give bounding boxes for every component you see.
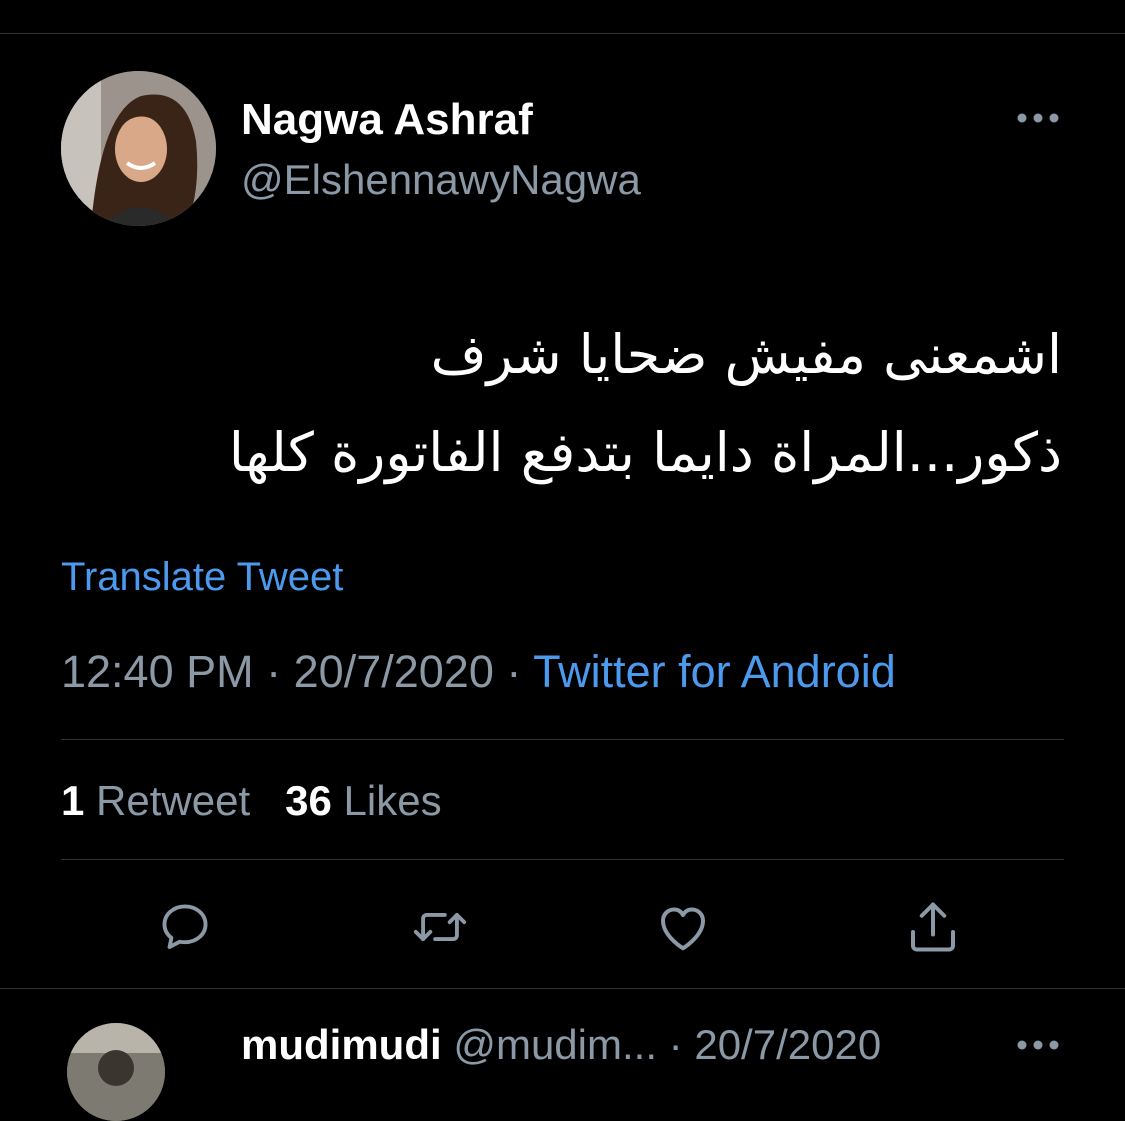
tweet-source-link[interactable]: Twitter for Android bbox=[533, 646, 896, 697]
like-button[interactable] bbox=[648, 892, 718, 962]
divider bbox=[61, 859, 1064, 860]
meta-separator: · bbox=[266, 646, 282, 697]
tweet-time: 12:40 PM bbox=[61, 646, 254, 697]
retweet-label: Retweet bbox=[96, 777, 251, 824]
reply-separator: · bbox=[668, 1021, 683, 1068]
reply-more-options-button[interactable] bbox=[1010, 1030, 1066, 1060]
divider bbox=[61, 739, 1064, 740]
translate-tweet-link[interactable]: Translate Tweet bbox=[61, 553, 343, 601]
reply-display-name: mudimudi bbox=[241, 1021, 442, 1068]
share-icon bbox=[911, 902, 955, 952]
section-divider bbox=[0, 988, 1125, 989]
tweet-meta: 12:40 PM · 20/7/2020 · Twitter for Andro… bbox=[61, 644, 896, 700]
reply-icon bbox=[162, 904, 208, 949]
like-stat[interactable]: 36 Likes bbox=[285, 777, 441, 824]
reply-handle: @mudim... bbox=[453, 1021, 657, 1068]
tweet-text-line: ذكور...المراة دايما بتدفع الفاتورة كلها bbox=[228, 421, 1062, 484]
retweet-count: 1 bbox=[61, 777, 85, 824]
more-horizontal-icon bbox=[1017, 113, 1059, 123]
heart-icon bbox=[661, 907, 705, 951]
avatar[interactable] bbox=[61, 71, 216, 226]
author-display-name[interactable]: Nagwa Ashraf bbox=[241, 94, 533, 146]
like-label: Likes bbox=[343, 777, 442, 824]
retweet-stat[interactable]: 1 Retweet bbox=[61, 777, 250, 824]
reply-header[interactable]: mudimudi @mudim... · 20/7/2020 bbox=[241, 1019, 881, 1071]
tweet-date: 20/7/2020 bbox=[293, 646, 494, 697]
reply-avatar-photo-icon bbox=[67, 1023, 165, 1121]
tweet-stats: 1 Retweet 36 Likes bbox=[61, 775, 442, 827]
tweet-text: اشمعنى مفيش ضحايا شرف ذكور...المراة دايم… bbox=[62, 306, 1062, 502]
tweet-text-line: اشمعنى مفيش ضحايا شرف bbox=[430, 323, 1062, 386]
like-count: 36 bbox=[285, 777, 332, 824]
retweet-icon bbox=[413, 912, 467, 942]
more-options-button[interactable] bbox=[1010, 100, 1066, 136]
meta-separator: · bbox=[506, 646, 522, 697]
top-divider bbox=[0, 33, 1125, 34]
reply-button[interactable] bbox=[150, 892, 220, 962]
author-handle[interactable]: @ElshennawyNagwa bbox=[241, 155, 641, 205]
avatar-photo-icon bbox=[61, 71, 216, 226]
retweet-button[interactable] bbox=[405, 892, 475, 962]
reply-avatar[interactable] bbox=[67, 1023, 165, 1121]
more-horizontal-icon bbox=[1017, 1040, 1059, 1050]
reply-date: 20/7/2020 bbox=[694, 1021, 882, 1068]
share-button[interactable] bbox=[898, 892, 968, 962]
